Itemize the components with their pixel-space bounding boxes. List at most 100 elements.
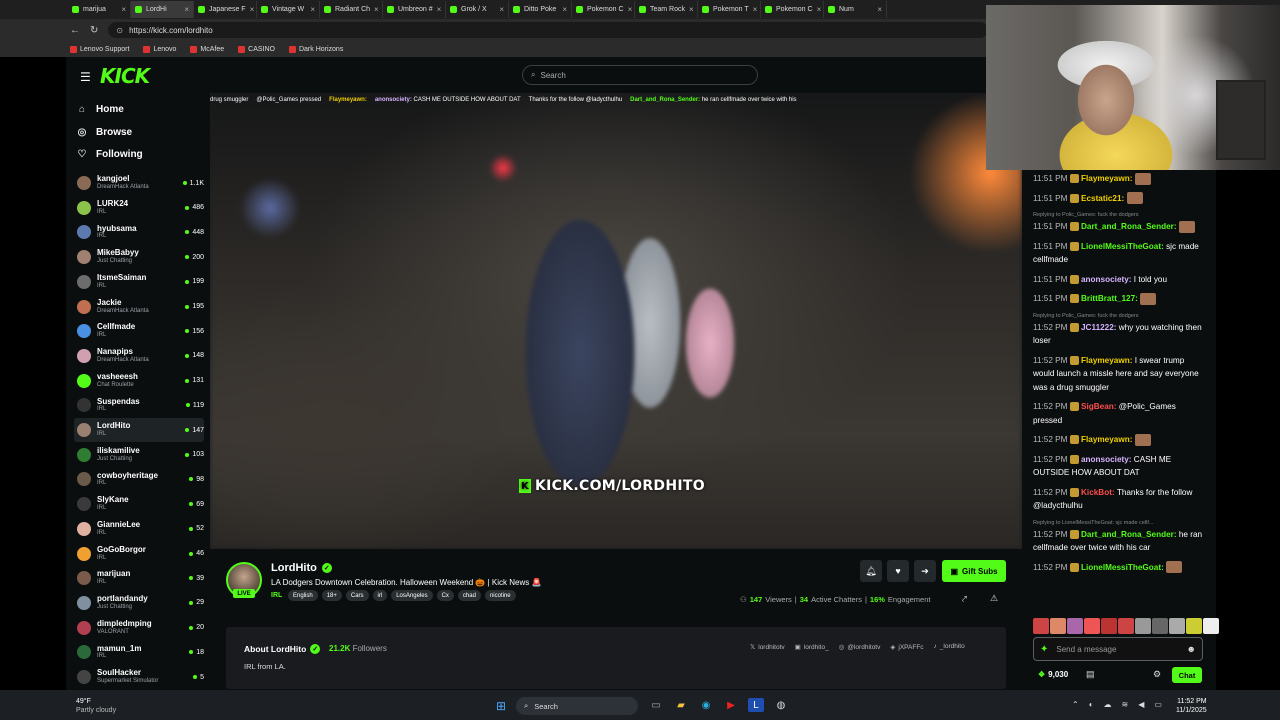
stream-tag[interactable]: Cars — [345, 590, 369, 601]
weather-widget[interactable]: 49°F Partly cloudy — [76, 697, 116, 715]
chat-username[interactable]: Flaymeyawn: — [1081, 174, 1132, 183]
task-view-icon[interactable]: ▭ — [648, 698, 664, 712]
stream-tag[interactable]: LosAngeles — [391, 590, 433, 601]
chat-username[interactable]: anonsociety: — [1081, 275, 1132, 284]
chat-send-button[interactable]: Chat — [1172, 667, 1202, 683]
sidebar-channel[interactable]: vasheeesh Chat Roulette 131 — [74, 369, 204, 393]
sidebar-channel[interactable]: LordHito IRL 147 — [74, 418, 204, 442]
chat-username[interactable]: Flaymeyawn: — [1081, 356, 1132, 365]
taskbar-search[interactable]: ⌕ Search — [516, 697, 638, 715]
close-icon[interactable]: × — [689, 5, 694, 14]
browser-tab[interactable]: marijua × — [68, 1, 131, 18]
close-icon[interactable]: × — [184, 5, 189, 14]
close-icon[interactable]: × — [374, 5, 379, 14]
browser-tab[interactable]: Vintage W × — [257, 1, 320, 18]
emote-icon[interactable] — [1067, 618, 1083, 634]
sidebar-channel[interactable]: MikeBabyy Just Chatting 200 — [74, 245, 204, 269]
stream-tag[interactable]: Cx — [436, 590, 454, 601]
sidebar-channel[interactable]: SlyKane IRL 69 — [74, 492, 204, 516]
social-link[interactable]: ◎ @lordhitotv — [839, 643, 881, 651]
url-field[interactable]: ⊙ https://kick.com/lordhito — [108, 22, 989, 38]
close-icon[interactable]: × — [877, 5, 882, 14]
nav-home[interactable]: ⌂ Home — [76, 104, 124, 115]
close-icon[interactable]: × — [562, 5, 567, 14]
back-icon[interactable]: ← — [70, 25, 80, 36]
close-icon[interactable]: × — [499, 5, 504, 14]
sidebar-channel[interactable]: Cellfmade IRL 156 — [74, 319, 204, 343]
browser-tab[interactable]: Pokemon C × — [761, 1, 824, 18]
chrome-icon[interactable]: ◍ — [773, 698, 789, 712]
sidebar-channel[interactable]: cowboyheritage IRL 98 — [74, 467, 204, 491]
emote-icon[interactable] — [1203, 618, 1219, 634]
stream-tag[interactable]: irl — [372, 590, 388, 601]
sidebar-channel[interactable]: mamun_1m IRL 18 — [74, 640, 204, 664]
social-link[interactable]: ▣ lordhito_ — [795, 643, 829, 651]
close-icon[interactable]: × — [310, 5, 315, 14]
chat-username[interactable]: Ecstatic21: — [1081, 194, 1124, 203]
stream-category[interactable]: IRL — [271, 592, 282, 599]
kick-logo[interactable]: KICK — [100, 64, 150, 88]
emote-icon[interactable] — [1101, 618, 1117, 634]
emote-icon[interactable] — [1135, 618, 1151, 634]
browser-tab[interactable]: Umbreon # × — [383, 1, 446, 18]
sidebar-channel[interactable]: marijuan IRL 39 — [74, 566, 204, 590]
streamer-name[interactable]: LordHito ✓ — [271, 562, 332, 574]
follow-heart-icon[interactable]: ♥ — [887, 560, 909, 582]
file-explorer-icon[interactable]: ▰ — [673, 698, 689, 712]
sidebar-channel[interactable]: dimpledmping VALORANT 20 — [74, 616, 204, 640]
windows-start-icon[interactable]: ⊞ — [496, 699, 506, 713]
browser-tab[interactable]: Grok / X × — [446, 1, 509, 18]
nav-browse[interactable]: ◎ Browse — [76, 127, 133, 138]
chevron-up-icon[interactable]: ⌃ — [1072, 700, 1079, 709]
sidebar-channel[interactable]: SoulHacker Supermarket Simulator 5 — [74, 665, 204, 689]
bookmark-item[interactable]: Lenovo — [143, 45, 176, 53]
bookmark-item[interactable]: McAfee — [190, 45, 224, 53]
chat-username[interactable]: SigBean: — [1081, 402, 1117, 411]
close-icon[interactable]: × — [817, 5, 822, 14]
emote-icon[interactable] — [1050, 618, 1066, 634]
sidebar-channel[interactable]: kangjoel DreamHack Atlanta 1.1K — [74, 171, 204, 195]
nav-following[interactable]: ♡ Following — [76, 149, 143, 160]
chat-username[interactable]: Flaymeyawn: — [1081, 435, 1132, 444]
browser-tab[interactable]: LordHi × — [131, 1, 194, 18]
browser-tab[interactable]: Pokemon T × — [698, 1, 761, 18]
browser-tab[interactable]: Num × — [824, 1, 887, 18]
stream-tag[interactable]: nicotine — [484, 590, 516, 601]
chat-username[interactable]: BrittBratt_127: — [1081, 294, 1138, 303]
close-icon[interactable]: × — [753, 5, 758, 14]
browser-tab[interactable]: Team Rock × — [635, 1, 698, 18]
chat-username[interactable]: LionelMessiTheGoat: — [1081, 242, 1164, 251]
chat-username[interactable]: Dart_and_Rona_Sender: — [1081, 222, 1177, 231]
emote-icon[interactable] — [1118, 618, 1134, 634]
emote-icon[interactable] — [1152, 618, 1168, 634]
report-icon[interactable]: ⚠ — [990, 593, 998, 604]
chat-username[interactable]: KickBot: — [1081, 488, 1115, 497]
gift-icon[interactable]: ▤ — [1086, 669, 1095, 680]
social-link[interactable]: ♪ _lordhito — [934, 643, 965, 651]
lenovo-app-icon[interactable]: L — [748, 698, 764, 712]
close-icon[interactable]: × — [250, 5, 255, 14]
social-link[interactable]: 𝕏lordhitotv — [750, 643, 785, 651]
emote-icon[interactable] — [1186, 618, 1202, 634]
bookmark-item[interactable]: Lenovo Support — [70, 45, 129, 53]
sidebar-channel[interactable]: iliskamilive Just Chatting 103 — [74, 443, 204, 467]
chat-username[interactable]: LionelMessiTheGoat: — [1081, 563, 1164, 572]
close-icon[interactable]: × — [121, 5, 126, 14]
bookmark-item[interactable]: CASINO — [238, 45, 275, 53]
social-link[interactable]: ◈ jXPAFFc — [890, 643, 923, 651]
sidebar-channel[interactable]: Nanapips DreamHack Atlanta 148 — [74, 344, 204, 368]
security-icon[interactable]: ◐ — [1089, 700, 1094, 709]
edge-icon[interactable]: ◉ — [698, 698, 714, 712]
browser-tab[interactable]: Pokemon C × — [572, 1, 635, 18]
close-icon[interactable]: × — [437, 5, 442, 14]
menu-icon[interactable]: ☰ — [80, 70, 91, 84]
bookmark-item[interactable]: Dark Horizons — [288, 45, 343, 53]
browser-tab[interactable]: Japanese F × — [194, 1, 257, 18]
emote-icon[interactable] — [1084, 618, 1100, 634]
wifi-icon[interactable]: ≋ — [1122, 700, 1129, 709]
share-icon[interactable]: ⤤ — [962, 594, 967, 605]
volume-icon[interactable]: ◀ — [1138, 700, 1144, 709]
chat-username[interactable]: JC11222: — [1081, 323, 1117, 332]
search-input[interactable]: ⌕ Search — [522, 65, 758, 85]
onedrive-icon[interactable]: ☁ — [1104, 700, 1112, 709]
